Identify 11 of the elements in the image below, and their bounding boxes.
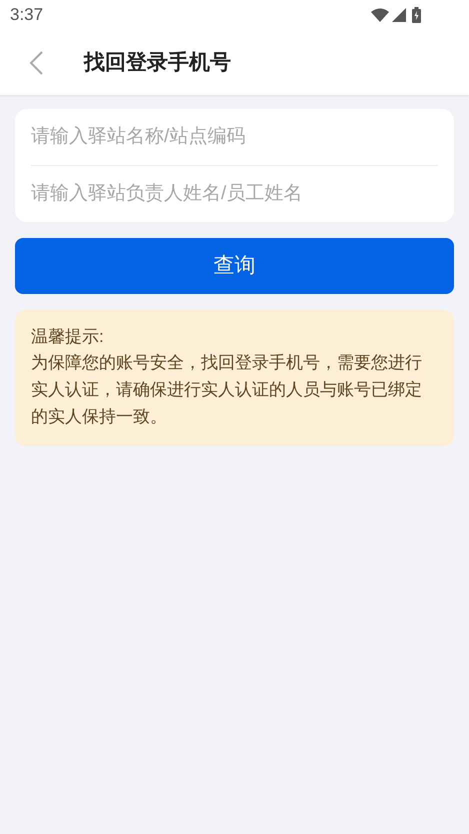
input-field[interactable]: 请输入驿站负责人姓名/员工姓名 [15, 166, 454, 222]
query-button[interactable]: 查询 [15, 238, 454, 294]
input-field[interactable]: 请输入驿站名称/站点编码 [15, 109, 454, 165]
page-title: 找回登录手机号 [84, 50, 231, 76]
notice-text: 为保障您的账号安全，找回登录手机号，需要您进行实人认证，请确保进行实人认证的人员与账号已绑定的实人保持一致。 [31, 352, 423, 428]
signal-icon [392, 8, 406, 22]
back-icon[interactable] [28, 50, 44, 76]
battery-icon [412, 7, 421, 23]
wifi-icon [371, 8, 389, 22]
notice-title: 温馨提示: [31, 326, 105, 348]
status-time: 3:37 [10, 4, 44, 26]
